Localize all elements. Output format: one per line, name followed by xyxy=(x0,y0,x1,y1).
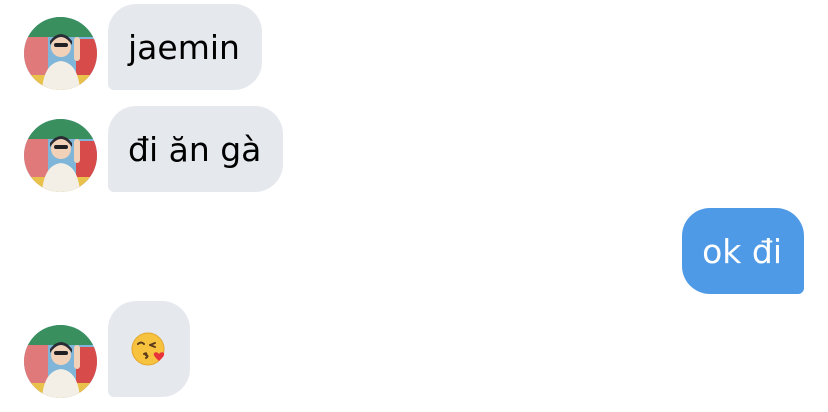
message-text: đi ăn gà xyxy=(128,129,262,169)
contact-avatar[interactable] xyxy=(24,119,97,192)
message-bubble-incoming[interactable]: jaemin xyxy=(108,4,262,90)
contact-avatar[interactable] xyxy=(24,17,97,90)
message-text: jaemin xyxy=(128,27,240,67)
message-bubble-incoming[interactable] xyxy=(108,301,190,397)
avatar-photo xyxy=(24,17,97,90)
chat-thread: jaemin đi ăn gà ok đi xyxy=(0,0,828,412)
kissing-face-with-heart-icon xyxy=(130,330,168,368)
contact-avatar[interactable] xyxy=(24,325,97,398)
message-text: ok đi xyxy=(702,231,782,271)
avatar-photo xyxy=(24,119,97,192)
avatar-photo xyxy=(24,325,97,398)
message-bubble-outgoing[interactable]: ok đi xyxy=(682,208,804,294)
message-bubble-incoming[interactable]: đi ăn gà xyxy=(108,106,284,192)
